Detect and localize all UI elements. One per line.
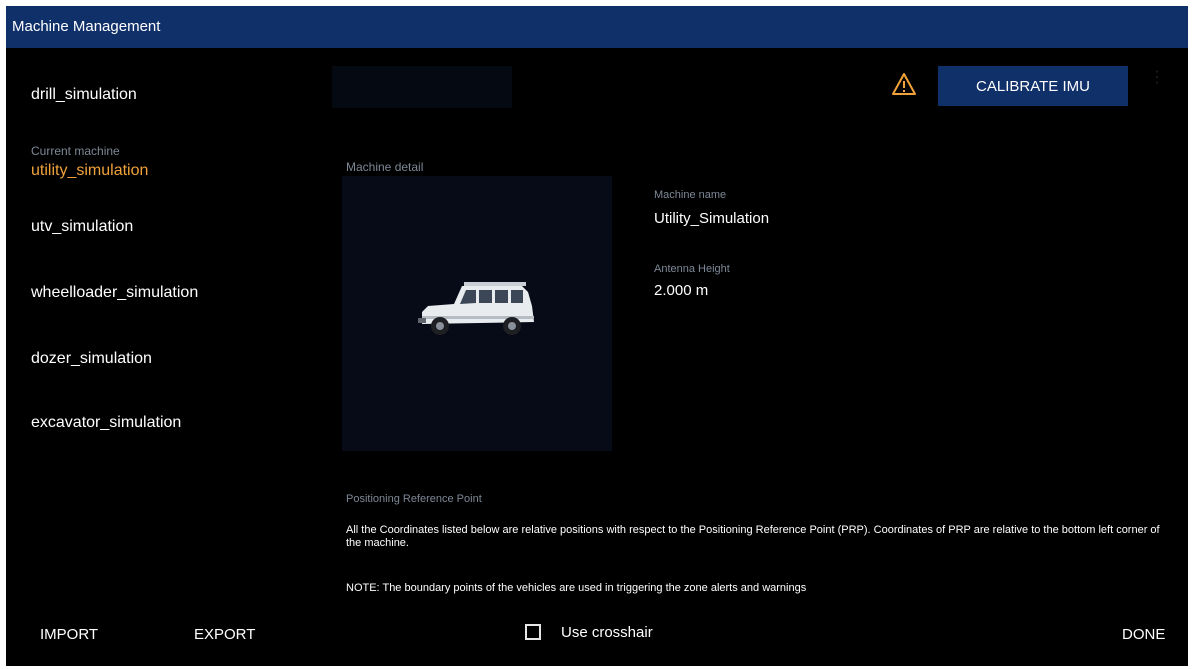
machine-vehicle-image <box>418 282 534 335</box>
warning-triangle-icon[interactable] <box>891 72 917 96</box>
antenna-height-value: 2.000 m <box>654 282 709 299</box>
import-button[interactable]: IMPORT <box>40 626 98 643</box>
machine-selector-area[interactable] <box>332 66 512 108</box>
done-button[interactable]: DONE <box>1122 626 1165 643</box>
machine-item-dozer[interactable]: dozer_simulation <box>31 350 152 368</box>
export-button[interactable]: EXPORT <box>194 626 255 643</box>
machine-name-value: Utility_Simulation <box>654 210 770 227</box>
machine-detail-panel: CALIBRATE IMU ⋮ Machine detail Machine n… <box>326 48 1188 608</box>
machine-management-window: Machine Management drill_simulation Curr… <box>6 6 1188 666</box>
title-bar: Machine Management <box>6 6 1188 48</box>
machine-item-wheelloader[interactable]: wheelloader_simulation <box>31 284 198 302</box>
prp-description: All the Coordinates listed below are rel… <box>346 524 1160 549</box>
more-vertical-icon[interactable]: ⋮ <box>1148 70 1166 98</box>
prp-label: Positioning Reference Point <box>346 493 482 505</box>
machine-item-utv[interactable]: utv_simulation <box>31 218 133 236</box>
machine-detail-label: Machine detail <box>346 160 424 174</box>
antenna-height-label: Antenna Height <box>654 263 730 275</box>
machine-name-label: Machine name <box>654 189 727 201</box>
current-machine-item[interactable]: utility_simulation <box>31 162 148 180</box>
machine-list: drill_simulation Current machine utility… <box>6 48 326 608</box>
use-crosshair-label[interactable]: Use crosshair <box>561 624 653 641</box>
machine-image-panel <box>342 176 612 451</box>
calibrate-imu-button[interactable]: CALIBRATE IMU <box>938 66 1128 106</box>
machine-item-drill[interactable]: drill_simulation <box>31 86 137 104</box>
use-crosshair-checkbox[interactable] <box>525 624 541 640</box>
machine-item-excavator[interactable]: excavator_simulation <box>31 414 181 432</box>
current-machine-label: Current machine <box>31 144 120 158</box>
prp-note: NOTE: The boundary points of the vehicle… <box>346 582 807 594</box>
